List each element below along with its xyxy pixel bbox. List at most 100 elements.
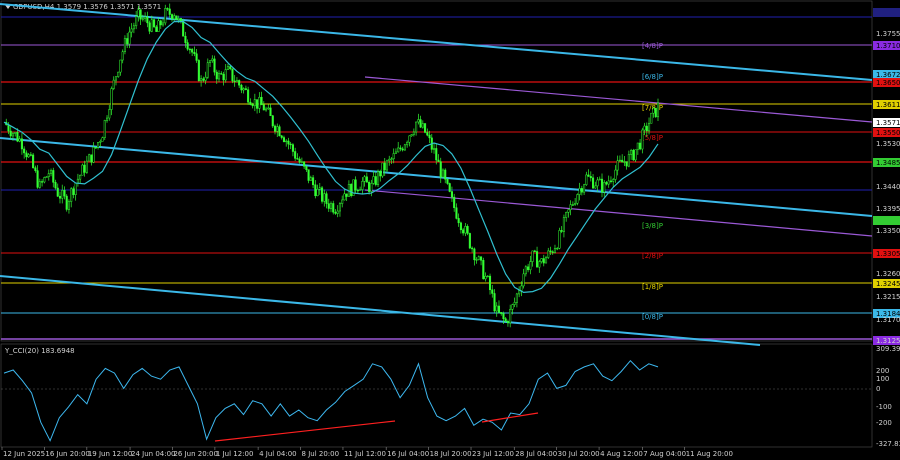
- cci-label: 100: [876, 375, 889, 383]
- candle-body: [426, 132, 429, 136]
- candle-body: [249, 101, 252, 105]
- candle-body: [101, 137, 104, 142]
- candle-body: [318, 187, 321, 190]
- candle-body: [213, 58, 216, 73]
- candle-body: [161, 22, 165, 26]
- candle-body: [85, 160, 88, 173]
- candle-body: [605, 182, 608, 185]
- candle-body: [222, 73, 225, 81]
- candle-body: [229, 66, 232, 70]
- level-tag: [873, 216, 900, 225]
- candle-body: [90, 154, 93, 163]
- candle-body: [444, 169, 447, 180]
- candle-body: [455, 207, 458, 219]
- price-label: 1.3395: [876, 205, 900, 213]
- candle-body: [592, 177, 595, 189]
- price-label: 1.3611: [876, 101, 900, 109]
- candle-body: [110, 88, 113, 110]
- candle-body: [493, 293, 496, 312]
- candle-body: [643, 125, 646, 131]
- time-label: 23 Jul 12:00: [472, 450, 514, 458]
- candle-body: [410, 134, 413, 137]
- time-label: 7 Aug 04:00: [643, 450, 686, 458]
- price-label: 1.3260: [876, 270, 900, 278]
- candle-body: [287, 140, 290, 145]
- candle-body: [574, 203, 577, 205]
- price-label: 1.3710: [876, 42, 900, 50]
- candle-body: [623, 161, 626, 163]
- time-label: 24 Jun 04:00: [131, 450, 175, 458]
- candle-body: [627, 154, 630, 167]
- candle-body: [97, 142, 100, 148]
- candle-body: [126, 38, 129, 45]
- candle-body: [179, 18, 182, 22]
- candle-body: [193, 51, 196, 55]
- candle-body: [372, 176, 375, 184]
- candle-body: [607, 180, 610, 185]
- candle-body: [159, 20, 162, 26]
- candle-body: [166, 8, 169, 10]
- candle-body: [186, 42, 189, 50]
- price-label: 1.3125: [876, 337, 900, 345]
- candle-body: [437, 159, 440, 162]
- candle-body: [509, 309, 512, 324]
- candle-body: [365, 176, 368, 183]
- candle-body: [354, 179, 357, 191]
- cci-label: 200: [876, 367, 889, 375]
- candle-body: [549, 250, 552, 252]
- candle-body: [242, 88, 245, 91]
- candle-body: [468, 233, 471, 249]
- candle-body: [471, 247, 474, 250]
- candle-body: [536, 251, 539, 268]
- candle-body: [309, 177, 312, 181]
- candle-body: [446, 178, 449, 184]
- candle-body: [63, 190, 66, 197]
- price-label: 1.3245: [876, 280, 900, 288]
- candle-body: [406, 141, 409, 146]
- candle-body: [583, 184, 586, 193]
- price-chart[interactable]: GBPUSD,H4 1.3579 1.3576 1.3571 1.3571 [4…: [0, 0, 900, 460]
- candle-body: [506, 321, 509, 324]
- candle-body: [182, 20, 185, 37]
- candle-body: [327, 203, 330, 209]
- candle-body: [388, 158, 391, 162]
- candle-body: [76, 178, 79, 184]
- candle-body: [130, 28, 133, 33]
- candle-body: [177, 18, 180, 20]
- time-label: 4 Aug 12:00: [600, 450, 643, 458]
- candle-body: [119, 59, 122, 73]
- time-label: 1 Jul 12:00: [216, 450, 254, 458]
- candle-body: [482, 260, 485, 280]
- candle-body: [72, 188, 75, 195]
- candle-body: [280, 135, 283, 138]
- candle-body: [50, 170, 53, 174]
- candle-body: [298, 158, 301, 163]
- candle-body: [307, 169, 310, 181]
- level-label: [2/8]P: [642, 252, 663, 260]
- candle-body: [153, 19, 156, 28]
- candle-body: [562, 217, 565, 232]
- candle-body: [184, 35, 187, 43]
- candle-body: [164, 8, 167, 24]
- time-label: 11 Aug 20:00: [686, 450, 733, 458]
- price-label: 1.3485: [876, 159, 900, 167]
- candle-body: [587, 174, 590, 177]
- candle-body: [235, 80, 238, 83]
- candle-body: [202, 78, 205, 81]
- candle-body: [415, 121, 418, 133]
- candle-body: [256, 99, 259, 109]
- candle-body: [567, 209, 570, 213]
- time-label: 16 Jul 04:00: [387, 450, 429, 458]
- candle-body: [139, 9, 142, 20]
- cci-label: -200: [876, 419, 892, 427]
- candle-body: [191, 49, 194, 53]
- candle-body: [480, 256, 483, 261]
- candle-body: [329, 203, 333, 209]
- candle-body: [394, 151, 397, 154]
- candle-body: [224, 69, 227, 81]
- candle-body: [296, 158, 299, 160]
- candle-body: [103, 120, 106, 138]
- candle-body: [83, 164, 86, 173]
- candle-body: [43, 177, 46, 183]
- candle-body: [428, 134, 431, 139]
